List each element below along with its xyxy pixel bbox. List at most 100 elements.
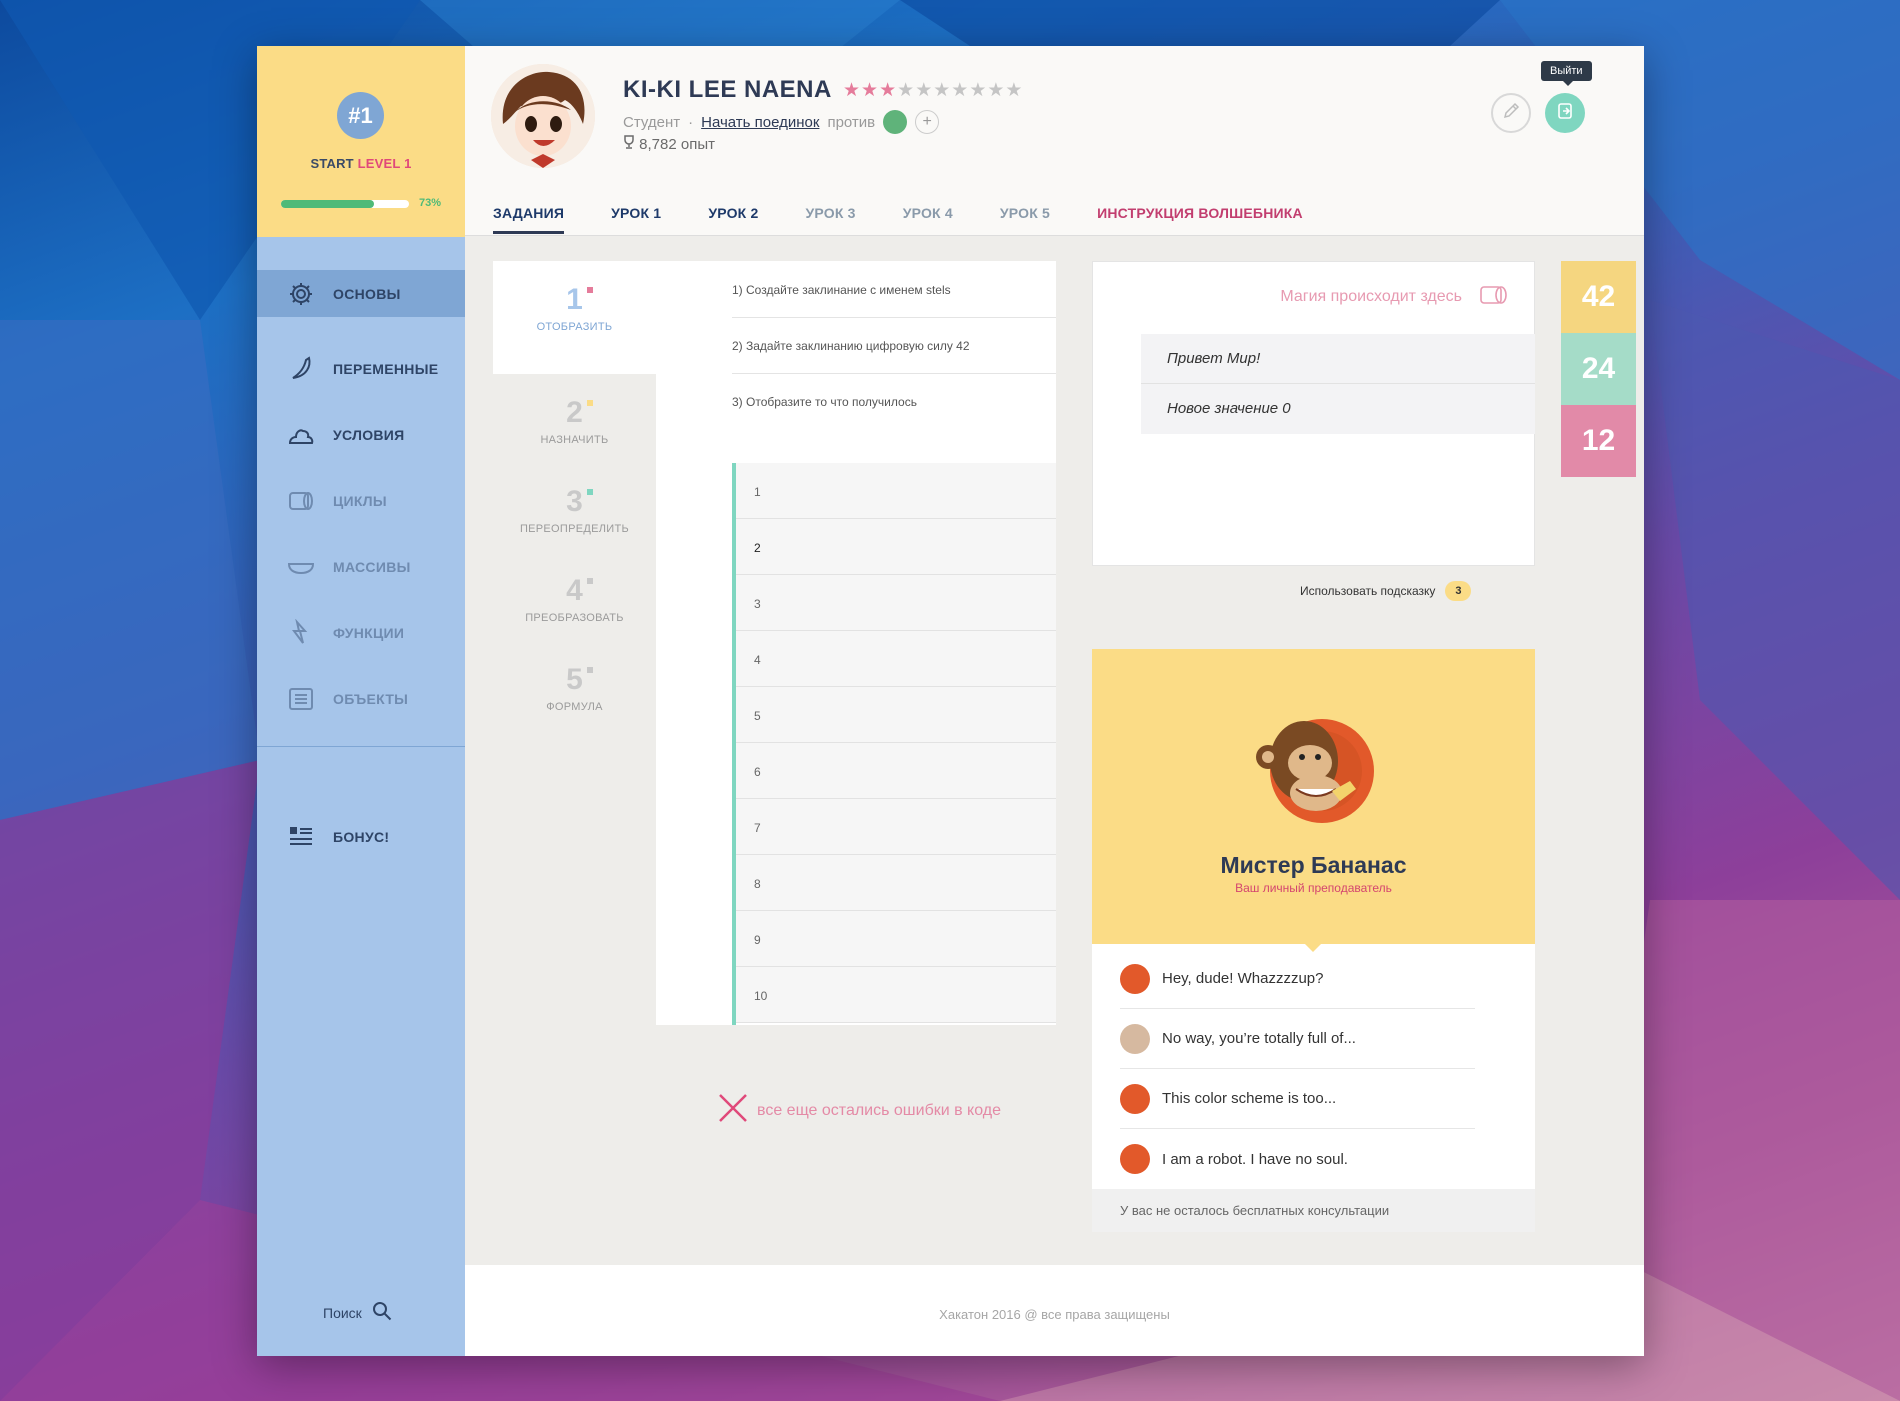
- search-button[interactable]: Поиск: [323, 1301, 392, 1324]
- editor-line[interactable]: 6: [736, 743, 1056, 799]
- toilet-paper-icon: [287, 487, 315, 515]
- chat-list: Hey, dude! Whazzzzup? No way, you’re tot…: [1120, 949, 1475, 1189]
- editor-line[interactable]: 7: [736, 799, 1056, 855]
- sidebar-item-label: ЦИКЛЫ: [333, 493, 387, 509]
- sidebar-item-basics[interactable]: ОСНОВЫ: [257, 270, 465, 317]
- sidebar-item-objects[interactable]: ОБЪЕКТЫ: [257, 666, 465, 732]
- close-icon: [717, 1092, 749, 1129]
- tab-lesson-5[interactable]: УРОК 5: [1000, 205, 1050, 234]
- sidebar-item-bonus[interactable]: БОНУС!: [257, 804, 465, 870]
- step-number: 1: [566, 283, 583, 316]
- tab-lesson-1[interactable]: УРОК 1: [611, 205, 661, 234]
- bonus-list-icon: [287, 823, 315, 851]
- step-label: ФОРМУЛА: [546, 701, 603, 713]
- lightning-icon: [287, 619, 315, 647]
- level-rank: #1: [348, 103, 373, 128]
- sidebar: #1 START LEVEL 1 73% ОСНОВЫ ПЕРЕМЕННЫЕ У…: [257, 46, 465, 1356]
- hint-button[interactable]: Использовать подсказку 3: [1300, 581, 1472, 601]
- cup-icon: [287, 553, 315, 581]
- sidebar-item-conditions[interactable]: УСЛОВИЯ: [257, 402, 465, 468]
- step-label: ПРЕОБРАЗОВАТЬ: [525, 612, 624, 624]
- sidebar-item-label: ОСНОВЫ: [333, 285, 401, 302]
- rating-stars: ★ ★ ★ ★ ★ ★ ★ ★ ★ ★: [843, 79, 1022, 102]
- sidebar-item-functions[interactable]: ФУНКЦИИ: [257, 600, 465, 666]
- score-tile: 24: [1561, 333, 1636, 405]
- sidebar-item-arrays[interactable]: МАССИВЫ: [257, 534, 465, 600]
- editor-line[interactable]: 4: [736, 631, 1056, 687]
- step-label: ОТОБРАЗИТЬ: [536, 321, 613, 333]
- progress-percent: 73%: [419, 197, 442, 209]
- sidebar-item-variables[interactable]: ПЕРЕМЕННЫЕ: [257, 336, 465, 402]
- start-duel-link[interactable]: Начать поединок: [701, 114, 819, 131]
- mentor-name: Мистер Бананас: [1220, 852, 1407, 878]
- chat-message[interactable]: Hey, dude! Whazzzzup?: [1120, 949, 1475, 1009]
- step-5[interactable]: 5 ФОРМУЛА: [493, 641, 656, 730]
- add-opponent-button[interactable]: +: [915, 110, 940, 134]
- step-label: ПЕРЕОПРЕДЕЛИТЬ: [519, 523, 630, 535]
- task-panel: 1) Создайте заклинание с именем stels 2)…: [656, 261, 1056, 1025]
- star-icon: ★: [987, 80, 1005, 101]
- user-avatar: [1120, 1023, 1150, 1054]
- editor-line[interactable]: 5: [736, 687, 1056, 743]
- output-line: Новое значение 0: [1141, 384, 1535, 434]
- opponent-avatar[interactable]: [883, 110, 908, 134]
- sidebar-item-label: МАССИВЫ: [333, 559, 411, 575]
- editor-line[interactable]: 3: [736, 575, 1056, 631]
- step-number: 3: [566, 485, 583, 518]
- star-icon: ★: [861, 80, 879, 101]
- sidebar-item-loops[interactable]: ЦИКЛЫ: [257, 468, 465, 534]
- step-1[interactable]: 1 ОТОБРАЗИТЬ: [493, 261, 656, 374]
- step-dot: [586, 489, 593, 495]
- level-progress-bar: [281, 200, 409, 208]
- hint-count-badge: 3: [1445, 581, 1472, 601]
- profile-subline: Студент · Начать поединок против +: [623, 110, 940, 134]
- editor-line[interactable]: 10: [736, 967, 1056, 1023]
- output-line: Привет Мир!: [1141, 334, 1535, 384]
- step-4[interactable]: 4 ПРЕОБРАЗОВАТЬ: [493, 552, 656, 641]
- banana-icon: [287, 355, 315, 383]
- step-dot: [586, 400, 593, 406]
- tab-wizard-instructions[interactable]: ИНСТРУКЦИЯ ВОЛШЕБНИКА: [1097, 205, 1303, 234]
- trophy-icon: [623, 135, 639, 153]
- tab-lesson-4[interactable]: УРОК 4: [903, 205, 953, 234]
- level-badge: #1: [337, 92, 384, 139]
- star-icon: ★: [879, 80, 897, 101]
- app-window: #1 START LEVEL 1 73% ОСНОВЫ ПЕРЕМЕННЫЕ У…: [257, 46, 1644, 1356]
- message-text: No way, you’re totally full of...: [1162, 1030, 1356, 1047]
- tab-lesson-3[interactable]: УРОК 3: [806, 205, 856, 234]
- editor-line[interactable]: 8: [736, 855, 1056, 911]
- chat-message[interactable]: This color scheme is too...: [1120, 1069, 1475, 1129]
- cream-icon: [287, 421, 315, 449]
- tab-tasks[interactable]: ЗАДАНИЯ: [493, 205, 565, 234]
- message-text: Hey, dude! Whazzzzup?: [1162, 970, 1324, 987]
- score-column: 42 24 12: [1561, 261, 1636, 477]
- score-tile: 12: [1561, 405, 1636, 477]
- star-icon: ★: [897, 80, 915, 101]
- list-icon: [287, 685, 315, 713]
- lesson-tabs: ЗАДАНИЯ УРОК 1 УРОК 2 УРОК 3 УРОК 4 УРОК…: [493, 205, 1350, 234]
- star-icon: ★: [843, 80, 861, 101]
- logout-button[interactable]: [1545, 93, 1585, 133]
- xp-value: 8,782 опыт: [639, 136, 715, 153]
- tab-lesson-2[interactable]: УРОК 2: [708, 205, 758, 234]
- chat-message[interactable]: I am a robot. I have no soul.: [1120, 1129, 1475, 1189]
- editor-line[interactable]: 1: [736, 463, 1056, 519]
- editor-line[interactable]: 2: [736, 519, 1056, 575]
- sidebar-item-label: ФУНКЦИИ: [333, 625, 405, 641]
- step-2[interactable]: 2 НАЗНАЧИТЬ: [493, 374, 656, 463]
- level-prefix: START: [310, 156, 358, 171]
- sidebar-nav: ОСНОВЫ ПЕРЕМЕННЫЕ УСЛОВИЯ ЦИКЛЫ МАССИВЫ …: [257, 270, 465, 732]
- step-3[interactable]: 3 ПЕРЕОПРЕДЕЛИТЬ: [493, 463, 656, 552]
- mentor-role: Ваш личный преподаватель: [1235, 881, 1392, 895]
- progress-fill: [281, 200, 375, 208]
- step-number: 5: [566, 663, 583, 696]
- hint-label: Использовать подсказку: [1300, 584, 1436, 598]
- step-dot: [586, 578, 593, 584]
- step-label: НАЗНАЧИТЬ: [540, 434, 609, 446]
- level-box: #1 START LEVEL 1 73%: [257, 46, 465, 237]
- step-dot: [586, 287, 593, 293]
- chat-message[interactable]: No way, you’re totally full of...: [1120, 1009, 1475, 1069]
- editor-line[interactable]: 9: [736, 911, 1056, 967]
- edit-profile-button[interactable]: [1491, 93, 1531, 133]
- code-editor[interactable]: 1 2 3 4 5 6 7 8 9 10: [732, 463, 1056, 1025]
